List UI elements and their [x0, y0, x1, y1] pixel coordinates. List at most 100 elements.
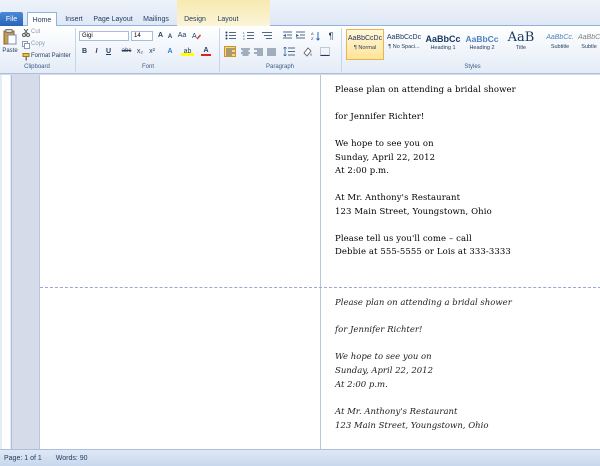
- style-title[interactable]: AaB Title: [502, 29, 540, 60]
- shrink-font-button[interactable]: A: [166, 31, 174, 42]
- style-sample: AaBbCc: [578, 34, 600, 41]
- invite-line: Please plan on attending a bridal shower: [335, 85, 516, 95]
- invite-line: At Mr. Anthony's Restaurant: [335, 193, 461, 203]
- cut-button[interactable]: Cut: [31, 29, 40, 35]
- style-sample: AaBbCc.: [546, 34, 574, 41]
- invite-line: Please tell us you'll come – call: [335, 233, 472, 244]
- invite-line: for Jennifer Richter!: [335, 112, 425, 122]
- group-label-paragraph: Paragraph: [265, 64, 295, 70]
- copy-button[interactable]: Copy: [31, 41, 45, 47]
- vertical-ruler[interactable]: [0, 75, 12, 449]
- invite-line: At 2:00 p.m.: [335, 166, 390, 176]
- tab-design[interactable]: Design: [180, 12, 210, 26]
- invite-line: We hope to see you on: [335, 139, 434, 149]
- tab-insert[interactable]: Insert: [60, 12, 88, 26]
- increase-indent-icon[interactable]: [295, 30, 305, 41]
- style-name: Heading 1: [430, 45, 456, 51]
- group-label-styles: Styles: [464, 64, 481, 70]
- style-subtitle[interactable]: AaBbCc. Subtitle: [541, 29, 579, 60]
- style-subtle[interactable]: AaBbCc Subtle: [578, 29, 600, 60]
- style-name: Title: [515, 45, 527, 51]
- word-count[interactable]: Words: 90: [56, 455, 88, 462]
- document-area: Please plan on attending a bridal shower…: [0, 75, 600, 449]
- highlight-button[interactable]: ab: [181, 46, 194, 56]
- group-label-clipboard: Clipboard: [24, 64, 50, 70]
- style-heading-1[interactable]: AaBbCc Heading 1: [424, 29, 462, 60]
- sort-icon[interactable]: AZ: [310, 30, 320, 41]
- bullets-icon[interactable]: [224, 30, 238, 41]
- page-count[interactable]: Page: 1 of 1: [4, 455, 42, 462]
- underline-button[interactable]: U: [104, 46, 113, 56]
- style-name: Subtle: [581, 44, 597, 50]
- paste-button[interactable]: Paste: [0, 46, 20, 55]
- format-painter-icon[interactable]: [22, 52, 30, 61]
- invite-line: At 2:00 p.m.: [335, 379, 388, 390]
- change-case-button[interactable]: Aa: [176, 30, 188, 41]
- bold-button[interactable]: B: [80, 46, 89, 56]
- style-heading-2[interactable]: AaBbCc Heading 2: [463, 29, 501, 60]
- style-name: Heading 2: [469, 45, 495, 51]
- fold-line-horizontal: [40, 287, 600, 288]
- font-family-select[interactable]: Gigi: [79, 31, 129, 41]
- justify-icon[interactable]: [265, 46, 277, 57]
- group-separator: [75, 28, 76, 72]
- tab-layout[interactable]: Layout: [214, 12, 242, 26]
- shading-icon[interactable]: [300, 46, 314, 57]
- tab-home[interactable]: Home: [27, 12, 57, 27]
- invitation-text-bottom[interactable]: Please plan on attending a bridal shower…: [335, 297, 512, 433]
- invitation-text-top[interactable]: Please plan on attending a bridal shower…: [335, 84, 516, 260]
- svg-text:Z: Z: [311, 36, 314, 41]
- tab-page-layout[interactable]: Page Layout: [92, 12, 134, 26]
- font-size-select[interactable]: 14: [131, 31, 153, 41]
- show-marks-button[interactable]: ¶: [326, 30, 336, 41]
- style-no-spacing[interactable]: AaBbCcDc ¶ No Spaci...: [385, 29, 423, 60]
- invite-line: At Mr. Anthony's Restaurant: [335, 406, 458, 417]
- ribbon-home: Paste Cut Copy Format Painter Clipboard …: [0, 26, 600, 74]
- style-normal[interactable]: AaBbCcDc ¶ Normal: [346, 29, 384, 60]
- text-effects-button[interactable]: A: [165, 46, 175, 56]
- group-separator: [341, 28, 342, 72]
- align-left-icon[interactable]: [224, 46, 236, 57]
- invite-line: Debbie at 555-5555 or Lois at 333-3333: [335, 247, 511, 257]
- style-sample: AaBbCc: [425, 34, 461, 44]
- tab-mailings[interactable]: Mailings: [139, 12, 173, 26]
- document-page[interactable]: Please plan on attending a bridal shower…: [39, 75, 600, 449]
- group-label-font: Font: [141, 64, 154, 70]
- invite-line: We hope to see you on: [335, 352, 432, 363]
- strikethrough-button[interactable]: abc: [120, 46, 133, 56]
- borders-icon[interactable]: [318, 46, 332, 57]
- style-name: ¶ No Spaci...: [388, 44, 420, 50]
- format-painter-button[interactable]: Format Painter: [31, 53, 71, 59]
- style-name: Subtitle: [550, 44, 570, 50]
- italic-button[interactable]: I: [92, 46, 101, 56]
- style-sample: AaBbCcDc: [347, 35, 383, 42]
- style-sample: AaB: [507, 30, 535, 45]
- paste-icon[interactable]: [1, 28, 19, 46]
- line-spacing-icon[interactable]: [282, 46, 296, 57]
- invite-line: for Jennifer Richter!: [335, 325, 423, 336]
- fold-line-vertical: [320, 75, 321, 449]
- numbering-icon[interactable]: 123: [242, 30, 256, 41]
- decrease-indent-icon[interactable]: [282, 30, 292, 41]
- multilevel-icon[interactable]: [260, 30, 274, 41]
- svg-text:A: A: [192, 33, 197, 40]
- invite-line: 123 Main Street, Youngstown, Ohio: [335, 420, 489, 431]
- clear-formatting-icon[interactable]: A: [191, 30, 201, 41]
- align-right-icon[interactable]: [252, 46, 264, 57]
- ribbon-tab-bar: File Home Insert Page Layout Mailings De…: [0, 0, 600, 27]
- invite-line: Sunday, April 22, 2012: [335, 152, 436, 163]
- align-center-icon[interactable]: [239, 46, 251, 57]
- superscript-button[interactable]: x²: [147, 46, 157, 56]
- copy-icon[interactable]: [22, 40, 30, 49]
- font-color-button[interactable]: A: [201, 46, 211, 56]
- invite-line: 123 Main Street, Youngstown, Ohio: [335, 206, 492, 217]
- style-sample: AaBbCcDc: [386, 34, 422, 41]
- tab-file[interactable]: File: [0, 12, 23, 26]
- subscript-button[interactable]: x₂: [135, 46, 145, 56]
- style-sample: AaBbCc: [465, 34, 499, 44]
- cut-icon[interactable]: [22, 28, 30, 37]
- status-bar: Page: 1 of 1 Words: 90: [0, 449, 600, 466]
- svg-text:3: 3: [243, 37, 245, 40]
- style-name: ¶ Normal: [353, 45, 377, 51]
- grow-font-button[interactable]: A: [156, 30, 165, 41]
